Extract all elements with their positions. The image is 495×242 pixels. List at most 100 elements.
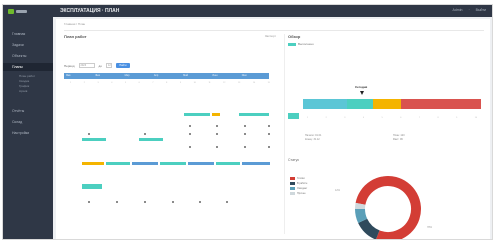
- milestone-dot: [268, 146, 270, 148]
- progress-segments: [303, 99, 481, 109]
- gantt-task[interactable]: [188, 162, 214, 165]
- milestone-dot: [172, 201, 174, 203]
- segment-current[interactable]: [347, 99, 373, 109]
- timeline-month[interactable]: Фев: [93, 73, 122, 79]
- gantt-task[interactable]: [132, 162, 158, 165]
- sidebar-item-home[interactable]: Главная: [3, 30, 53, 38]
- milestone-dot: [268, 133, 270, 135]
- donut-slice-2[interactable]: [358, 218, 380, 239]
- segment-late[interactable]: [401, 99, 481, 109]
- milestone-dot: [189, 125, 191, 127]
- gantt-task[interactable]: [139, 138, 163, 141]
- segment-axis: 1 2 3 4 5 6 7 8 9 10: [307, 117, 477, 119]
- sidebar-item-settings[interactable]: Настройки: [3, 129, 53, 137]
- milestone-dot: [244, 146, 246, 148]
- milestone-dot: [244, 133, 246, 135]
- plan-panel-title: План работ: [64, 34, 87, 39]
- milestone-dot: [189, 146, 191, 148]
- milestone-dot: [144, 201, 146, 203]
- gantt-task[interactable]: [242, 162, 270, 165]
- gantt-task[interactable]: [212, 113, 220, 116]
- timeline-month[interactable]: Мар: [123, 73, 152, 79]
- gantt-task[interactable]: [239, 113, 269, 116]
- gantt-task[interactable]: [82, 138, 106, 141]
- fact-count: Факт: 96: [393, 138, 403, 141]
- milestone-dot: [88, 201, 90, 203]
- axis-tick: 6: [400, 117, 402, 119]
- today-marker-icon: [360, 91, 364, 95]
- sidebar-item-tasks[interactable]: Задачи: [3, 41, 53, 49]
- task-tag[interactable]: [82, 184, 102, 189]
- sidebar-item-objects[interactable]: Объекты: [3, 52, 53, 60]
- app-window: ЭКСПЛУАТАЦИЯ · ПЛАН Admin · Выйти Главна…: [2, 4, 493, 240]
- timeline-header: Янв Фев Мар Апр Май Июн Июл: [64, 73, 269, 79]
- milestone-dot: [216, 125, 218, 127]
- axis-tick: 7: [418, 117, 420, 119]
- gantt-task[interactable]: [184, 113, 210, 116]
- sidebar-item-plans[interactable]: Планы: [3, 63, 53, 71]
- axis-tick: 12: [223, 82, 226, 84]
- axis-tick: 7: [152, 82, 154, 84]
- gantt-task[interactable]: [106, 162, 130, 165]
- segment-done[interactable]: [303, 99, 347, 109]
- milestone-dot: [88, 133, 90, 135]
- axis-tick: 2: [83, 82, 85, 84]
- divider: [64, 30, 484, 31]
- axis-tick: 2: [325, 117, 327, 119]
- status-donut-chart: [353, 174, 423, 239]
- milestone-dot: [244, 125, 246, 127]
- sidebar-item-warehouse[interactable]: Склад: [3, 118, 53, 126]
- timeline-month[interactable]: Июл: [240, 73, 269, 79]
- legend-swatch: [290, 187, 295, 190]
- overview-panel-title: Обзор: [288, 34, 301, 39]
- timeline-month[interactable]: Май: [181, 73, 210, 79]
- plan-panel: План работ Экспорт Период 2023 до 12 Най…: [64, 34, 276, 234]
- timeline-month[interactable]: Апр: [152, 73, 181, 79]
- end-date: Конец: 31.12: [305, 138, 320, 141]
- donut-legend: Готово В работе Ожидает Прочее: [290, 176, 307, 196]
- legend-swatch: [290, 192, 295, 195]
- milestone-dot: [216, 133, 218, 135]
- donut-slice-3[interactable]: [355, 208, 368, 224]
- milestone-dot: [116, 201, 118, 203]
- gantt-task[interactable]: [160, 162, 186, 165]
- count-info: План: 120 Факт: 96: [393, 134, 405, 142]
- milestone-dot: [226, 201, 228, 203]
- legend-label: Прочее: [297, 192, 306, 195]
- row-tag: [288, 113, 299, 119]
- axis-tick: 1: [70, 82, 72, 84]
- sidebar: Главная Задачи Объекты Планы План работ …: [3, 17, 53, 239]
- legend-label: В работе: [297, 182, 308, 185]
- timeline-month[interactable]: Июн: [210, 73, 239, 79]
- axis-tick: 8: [437, 117, 439, 119]
- donut-callout-right: 78%: [427, 226, 433, 229]
- gantt-task[interactable]: [216, 162, 240, 165]
- main-content: Главная / План План работ Экспорт Период…: [56, 19, 490, 239]
- legend-item[interactable]: Прочее: [290, 191, 307, 196]
- user-name[interactable]: Admin: [453, 8, 463, 12]
- date-info: Начало: 01.01 Конец: 31.12: [305, 134, 321, 142]
- top-bar: ЭКСПЛУАТАЦИЯ · ПЛАН Admin · Выйти: [3, 5, 492, 17]
- axis-tick: 11: [208, 82, 211, 84]
- milestone-dot: [216, 146, 218, 148]
- segment-pending[interactable]: [373, 99, 401, 109]
- gantt-task[interactable]: [82, 162, 104, 165]
- search-button[interactable]: Найти: [115, 63, 130, 68]
- period-input[interactable]: 2023: [78, 63, 95, 68]
- axis-tick: 10: [474, 117, 477, 119]
- to-label: до: [98, 63, 102, 68]
- app-logo[interactable]: [8, 8, 32, 14]
- breadcrumb[interactable]: Главная / План: [64, 22, 85, 26]
- month-input[interactable]: 12: [105, 63, 112, 68]
- sidebar-item-reports[interactable]: Отчёты: [3, 107, 53, 115]
- donut-svg: [355, 176, 421, 239]
- axis-tick: 8: [166, 82, 168, 84]
- donut-callout-left: 12%: [335, 189, 341, 192]
- timeline-month[interactable]: Янв: [64, 73, 93, 79]
- timeline-axis: 1 2 3 4 5 6 7 8 9 10 11 12 13 14 15: [70, 82, 270, 84]
- logout-link[interactable]: Выйти: [476, 8, 486, 12]
- export-link[interactable]: Экспорт: [265, 34, 276, 38]
- logo-mark-icon: [8, 8, 14, 14]
- milestone-dot: [189, 133, 191, 135]
- user-menu: Admin · Выйти: [453, 8, 486, 12]
